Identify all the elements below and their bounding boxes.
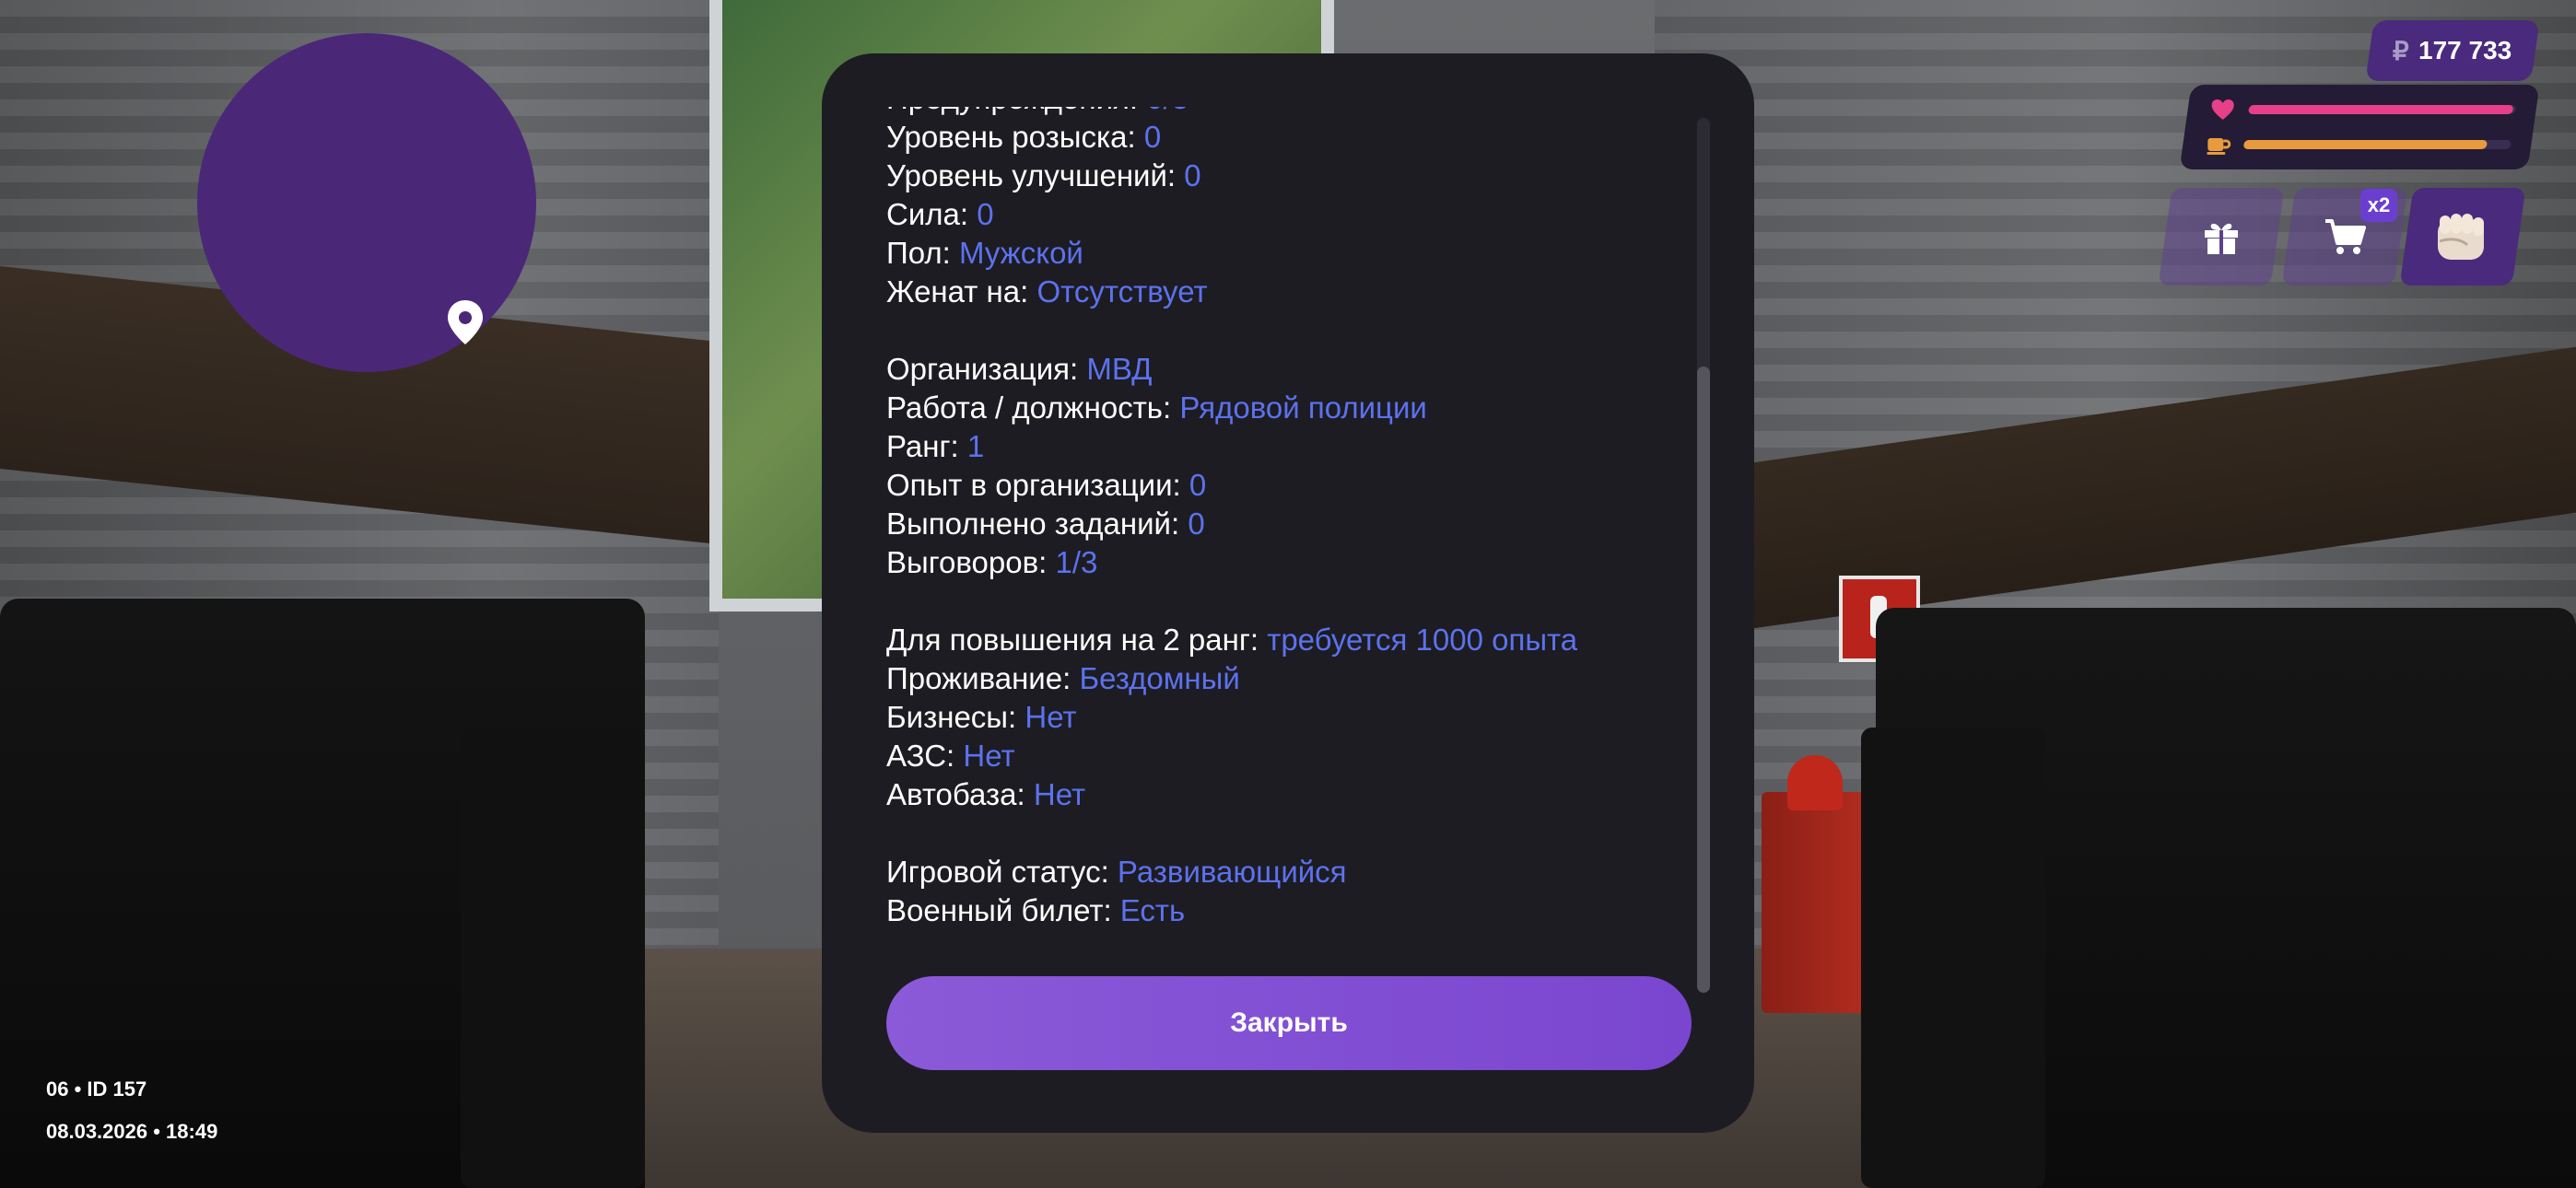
fist-icon [2438,214,2484,260]
close-button[interactable]: Закрыть [886,976,1692,1070]
footer-info: 06 • ID 157 08.03.2026 • 18:49 [46,1068,217,1153]
food-bar-fill [2242,140,2488,149]
gift-icon [2205,223,2238,254]
stat-line: Выполнено заданий: 0 [886,507,1205,541]
stat-line: Опыт в организации: 0 [886,468,1207,502]
scrollbar-thumb[interactable] [1697,367,1710,993]
cart-badge: x2 [2360,189,2397,222]
food-bar [2242,140,2512,149]
cup-icon [2207,138,2231,155]
stat-line: Пол: Мужской [886,236,1083,270]
health-bar-fill [2247,105,2514,114]
heart-icon [2211,99,2234,120]
map-pin-icon [448,300,483,344]
stat-line: Военный билет: Есть [886,893,1186,927]
stat-line: АЗС: Нет [886,739,1015,773]
sofa-left-arm [461,728,645,1188]
stat-line: Женат на: Отсутствует [886,274,1208,309]
health-bar [2247,105,2517,114]
stat-line: Игровой статус: Развивающийся [886,855,1347,889]
scrollbar[interactable] [1697,118,1710,993]
fire-cabinet [1762,792,1870,1013]
stat-line: Выговоров: 1/3 [886,545,1098,579]
datetime: 08.03.2026 • 18:49 [46,1120,218,1143]
server-id: 06 • ID 157 [46,1077,147,1101]
gift-button[interactable] [2158,188,2285,285]
player-stats-modal: Предупреждения: 0/3 Уровень розыска: 0 У… [822,53,1754,1133]
cart-icon [2325,219,2366,254]
stat-line: Для повышения на 2 ранг: требуется 1000 … [886,623,1578,657]
stat-line: Автобаза: Нет [886,777,1086,811]
player-stats [2179,85,2540,169]
money-value: 177 733 [2418,36,2512,64]
money-display: ₽ 177 733 [2365,20,2540,81]
health-row [2208,98,2518,122]
stat-line: Уровень розыска: 0 [886,120,1162,154]
stats-scroll-area[interactable]: Предупреждения: 0/3 Уровень розыска: 0 У… [886,107,1669,993]
stats-list: Предупреждения: 0/3 Уровень розыска: 0 У… [886,107,1577,930]
stat-line: Уровень улучшений: 0 [886,158,1201,192]
stat-line: Организация: МВД [886,352,1153,386]
fire-extinguisher [1787,755,1843,810]
sofa-right-arm [1861,728,2045,1188]
stat-line: Сила: 0 [886,197,994,231]
stat-line: Бизнесы: Нет [886,700,1077,734]
stat-line: Работа / должность: Рядовой полиции [886,390,1427,425]
food-row [2204,133,2513,157]
currency-symbol: ₽ [2393,36,2410,65]
stat-line: Предупреждения: 0/3 [886,107,1577,118]
fist-button[interactable] [2399,188,2526,285]
stat-line: Проживание: Бездомный [886,661,1240,695]
stat-line: Ранг: 1 [886,429,985,463]
